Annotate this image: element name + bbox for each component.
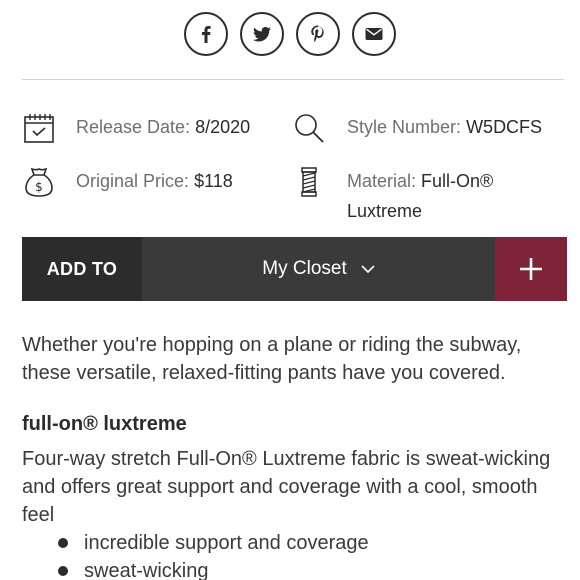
material-text: Material: Full-On® Luxtreme — [347, 166, 493, 226]
facebook-icon — [202, 26, 211, 43]
release-date-item: Release Date: 8/2020 — [22, 111, 250, 145]
material-value-line1: Full-On® — [421, 171, 494, 191]
material-label: Material: — [347, 171, 417, 191]
share-pinterest-button[interactable] — [296, 12, 340, 56]
closet-select-dropdown[interactable]: My Closet — [142, 237, 495, 301]
svg-text:$: $ — [35, 180, 43, 194]
calendar-icon — [22, 111, 56, 145]
style-number-label: Style Number: — [347, 117, 462, 137]
add-to-closet-button[interactable] — [495, 237, 567, 301]
plus-icon — [520, 258, 542, 280]
release-date-value: 8/2020 — [195, 117, 251, 137]
fabric-description-text: Four-way stretch Full-On® Luxtreme fabri… — [22, 448, 551, 526]
chevron-down-icon — [361, 265, 375, 274]
original-price-item: $ Original Price: $118 — [22, 165, 233, 199]
release-date-label: Release Date: — [76, 117, 191, 137]
product-intro-text: Whether you're hopping on a plane or rid… — [22, 334, 522, 384]
material-item: Material: Full-On® Luxtreme — [292, 165, 493, 226]
money-bag-icon: $ — [22, 165, 56, 199]
material-value-line2: Luxtreme — [347, 201, 423, 221]
original-price-label: Original Price: — [76, 171, 190, 191]
twitter-icon — [253, 26, 271, 42]
share-facebook-button[interactable] — [184, 12, 228, 56]
add-to-label: ADD TO — [22, 237, 142, 301]
style-number-value: W5DCFS — [466, 117, 543, 137]
original-price-value: $118 — [194, 171, 233, 191]
share-bar — [0, 12, 580, 56]
bullet-icon — [58, 566, 68, 576]
pinterest-icon — [311, 25, 324, 42]
style-number-item: Style Number: W5DCFS — [292, 111, 542, 145]
email-icon — [365, 28, 383, 40]
feature-list: incredible support and coverage sweat-wi… — [58, 529, 369, 580]
divider — [22, 79, 564, 80]
add-to-closet-bar: ADD TO My Closet — [22, 237, 567, 301]
list-item: sweat-wicking — [58, 557, 369, 580]
share-email-button[interactable] — [352, 12, 396, 56]
list-item: incredible support and coverage — [58, 529, 369, 557]
magnifier-icon — [292, 111, 326, 145]
release-date-text: Release Date: 8/2020 — [76, 112, 250, 142]
share-twitter-button[interactable] — [240, 12, 284, 56]
original-price-text: Original Price: $118 — [76, 166, 233, 196]
list-item-text: incredible support and coverage — [84, 532, 369, 554]
bullet-icon — [58, 538, 68, 548]
closet-select-value: My Closet — [262, 258, 347, 279]
style-number-text: Style Number: W5DCFS — [347, 112, 542, 142]
fabric-section-title: full-on® luxtreme — [22, 413, 187, 435]
fabric-spool-icon — [292, 165, 326, 199]
list-item-text: sweat-wicking — [84, 560, 209, 580]
